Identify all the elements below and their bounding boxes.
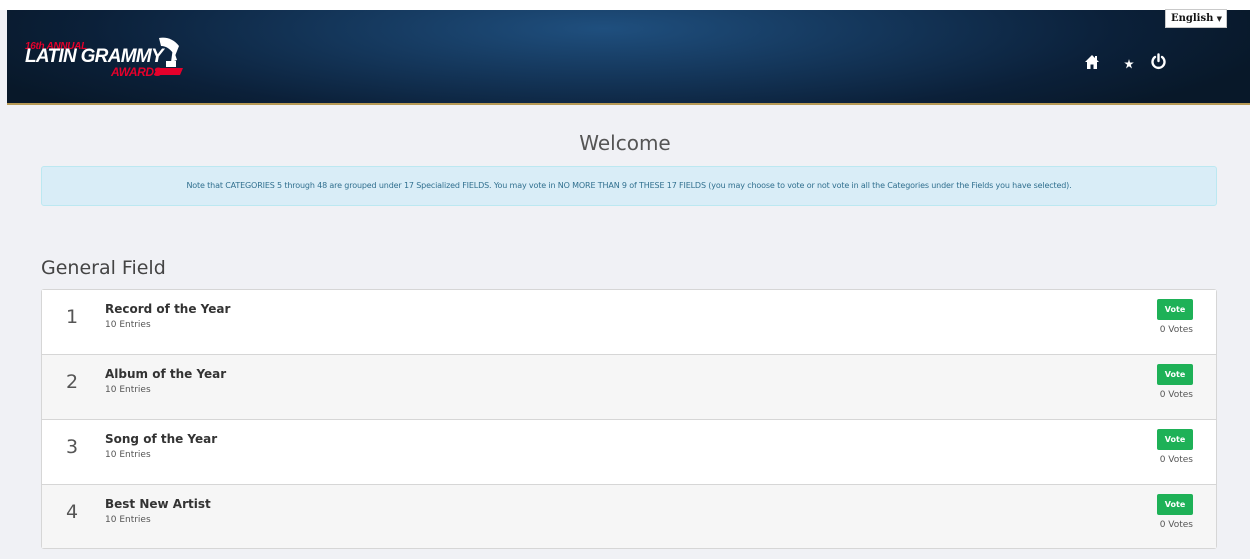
category-entries: 10 Entries <box>105 320 151 330</box>
category-number: 4 <box>66 501 79 523</box>
category-name[interactable]: Record of the Year <box>105 302 230 316</box>
category-name[interactable]: Album of the Year <box>105 367 226 381</box>
category-row[interactable]: 1 Record of the Year 10 Entries Vote 0 V… <box>42 290 1216 355</box>
category-number: 1 <box>66 306 79 328</box>
latin-grammy-logo[interactable]: 16th ANNUAL LATIN GRAMMY AWARDS <box>25 32 185 82</box>
chevron-down-icon: ▼ <box>1216 14 1222 23</box>
category-entries: 10 Entries <box>105 450 151 460</box>
vote-count: 0 Votes <box>1159 390 1193 400</box>
logo-name: LATIN GRAMMY <box>25 46 164 67</box>
language-selected: English <box>1171 13 1214 24</box>
category-list: 1 Record of the Year 10 Entries Vote 0 V… <box>41 289 1217 549</box>
vote-count: 0 Votes <box>1159 455 1193 465</box>
page-title: Welcome <box>579 131 671 155</box>
vote-count: 0 Votes <box>1159 520 1193 530</box>
vote-button[interactable]: Vote <box>1157 429 1193 450</box>
category-row[interactable]: 3 Song of the Year 10 Entries Vote 0 Vot… <box>42 420 1216 485</box>
vote-button[interactable]: Vote <box>1157 364 1193 385</box>
vote-button[interactable]: Vote <box>1157 299 1193 320</box>
power-icon[interactable] <box>1150 53 1167 70</box>
language-select[interactable]: English ▼ <box>1165 9 1227 28</box>
category-entries: 10 Entries <box>105 385 151 395</box>
site-header: 16th ANNUAL LATIN GRAMMY AWARDS <box>7 10 1250 105</box>
category-number: 3 <box>66 436 79 458</box>
vote-button[interactable]: Vote <box>1157 494 1193 515</box>
category-name[interactable]: Song of the Year <box>105 432 217 446</box>
home-icon[interactable] <box>1084 54 1100 70</box>
gramophone-icon <box>154 37 183 75</box>
field-title: General Field <box>41 257 166 279</box>
category-row[interactable]: 4 Best New Artist 10 Entries Vote 0 Vote… <box>42 485 1216 548</box>
category-name[interactable]: Best New Artist <box>105 497 211 511</box>
star-icon[interactable] <box>1124 59 1134 69</box>
top-strip <box>0 0 1250 10</box>
category-row[interactable]: 2 Album of the Year 10 Entries Vote 0 Vo… <box>42 355 1216 420</box>
vote-count: 0 Votes <box>1159 325 1193 335</box>
category-number: 2 <box>66 371 79 393</box>
info-notice: Note that CATEGORIES 5 through 48 are gr… <box>41 166 1217 206</box>
category-entries: 10 Entries <box>105 515 151 525</box>
